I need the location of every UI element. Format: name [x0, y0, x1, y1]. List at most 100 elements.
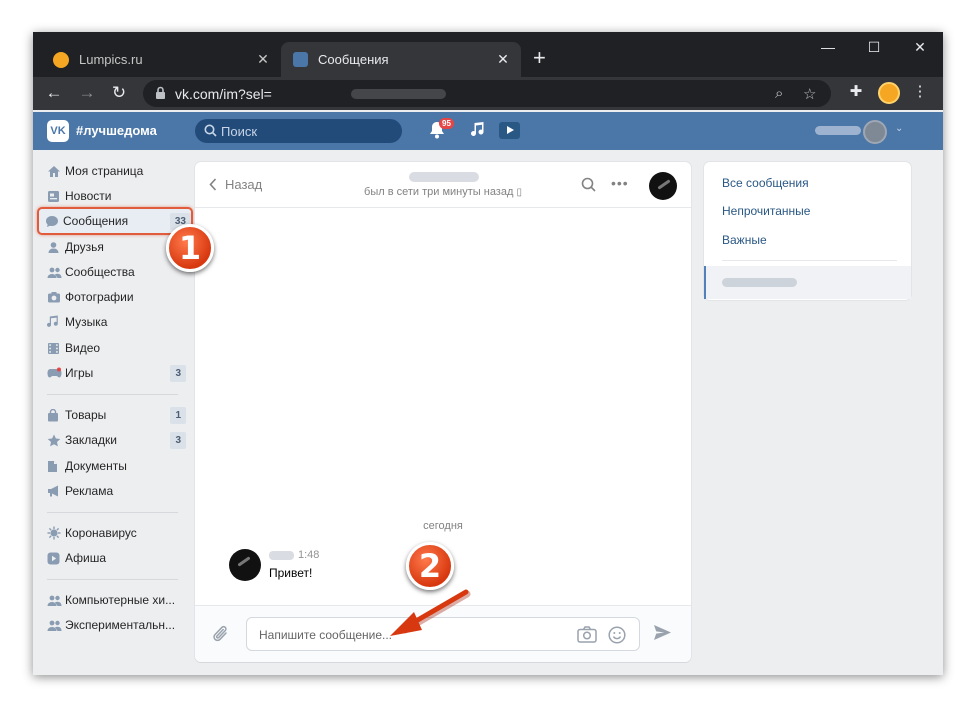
nav-label: Видео: [65, 341, 101, 355]
lock-icon: [156, 86, 165, 99]
notifications-badge: 95: [439, 118, 454, 129]
vk-logo-icon[interactable]: VK: [47, 120, 69, 142]
filter-all-messages[interactable]: Все сообщения: [722, 176, 809, 190]
gamepad-icon: [47, 367, 62, 378]
more-options-icon[interactable]: •••: [611, 175, 629, 191]
phone-icon: ▯: [516, 187, 522, 198]
nav-messages[interactable]: Сообщения 33: [37, 207, 193, 235]
filter-divider: [722, 260, 897, 261]
nav-label: Фотографии: [65, 290, 134, 304]
nav-divider: [47, 512, 178, 513]
play-icon: [47, 552, 60, 564]
chat-header: Назад был в сети три минуты назад ▯ •••: [195, 162, 691, 208]
message-time[interactable]: 1:48: [298, 549, 319, 561]
nav-market[interactable]: Товары 1: [41, 404, 186, 426]
hashtag-link[interactable]: #лучшедома: [76, 123, 157, 138]
nav-divider: [47, 579, 178, 580]
peer-avatar[interactable]: [649, 172, 677, 200]
close-tab-icon[interactable]: ✕: [493, 51, 513, 68]
user-avatar[interactable]: [863, 120, 887, 144]
messages-icon: [46, 215, 58, 227]
camera-icon[interactable]: [577, 626, 597, 643]
nav-label: Игры: [65, 366, 94, 380]
selected-conversation[interactable]: [704, 266, 911, 299]
group-icon: [47, 620, 62, 631]
nav-music[interactable]: Музыка: [41, 311, 186, 333]
nav-divider: [47, 394, 178, 395]
tab-title: Lumpics.ru: [79, 52, 143, 67]
extensions-puzzle-icon[interactable]: ✚: [845, 82, 867, 100]
shopping-bag-icon: [48, 408, 58, 421]
nav-friends[interactable]: Друзья: [41, 236, 186, 258]
back-arrow-icon[interactable]: ←: [43, 82, 65, 104]
search-placeholder: Поиск: [221, 124, 258, 139]
message-composer: Напишите сообщение...: [195, 605, 691, 662]
step-1-badge: 1: [166, 224, 214, 272]
nav-label: Коронавирус: [65, 526, 137, 540]
message-author-redacted[interactable]: [269, 551, 294, 560]
vk-header: VK #лучшедома Поиск 95 ⌄: [33, 112, 943, 150]
play-icon[interactable]: [499, 122, 520, 139]
video-icon: [48, 342, 59, 354]
nav-ads[interactable]: Реклама: [41, 480, 186, 502]
day-divider: сегодня: [423, 520, 463, 532]
minimize-button[interactable]: —: [805, 36, 851, 58]
nav-community-experimental[interactable]: Экспериментальн...: [41, 614, 186, 636]
vk-messages-favicon-icon: [293, 52, 308, 67]
message-input[interactable]: Напишите сообщение...: [246, 617, 640, 651]
nav-afisha[interactable]: Афиша: [41, 547, 186, 569]
nav-photos[interactable]: Фотографии: [41, 286, 186, 308]
nav-video[interactable]: Видео: [41, 337, 186, 359]
nav-coronavirus[interactable]: Коронавирус: [41, 522, 186, 544]
maximize-button[interactable]: ☐: [851, 36, 897, 58]
nav-community-computer[interactable]: Компьютерные хи...: [41, 589, 186, 611]
nav-news[interactable]: Новости: [41, 185, 186, 207]
filter-important[interactable]: Важные: [722, 233, 767, 247]
vk-search-input[interactable]: Поиск: [195, 119, 402, 143]
reload-icon[interactable]: ↻: [108, 82, 130, 104]
step-2-badge: 2: [406, 542, 454, 590]
url-text: vk.com/im?sel=: [175, 86, 272, 102]
nav-documents[interactable]: Документы: [41, 455, 186, 477]
peer-name-redacted[interactable]: [409, 172, 479, 182]
bookmark-star-icon[interactable]: ☆: [803, 85, 816, 103]
zoom-icon[interactable]: ⌕: [775, 85, 783, 102]
search-icon[interactable]: [581, 177, 596, 192]
user-name-redacted[interactable]: [815, 126, 861, 135]
news-icon: [48, 190, 59, 202]
virus-icon: [47, 526, 61, 540]
tab-messages[interactable]: Сообщения ✕: [281, 42, 521, 77]
forward-arrow-icon[interactable]: →: [76, 82, 98, 104]
tab-title: Сообщения: [318, 52, 389, 67]
smile-icon[interactable]: [608, 626, 626, 644]
address-bar[interactable]: vk.com/im?sel= ⌕ ☆: [143, 80, 831, 107]
nav-my-page[interactable]: Моя страница: [41, 160, 186, 182]
lumpics-favicon-icon: [53, 51, 69, 68]
chevron-down-icon[interactable]: ⌄: [895, 123, 903, 134]
profile-avatar-icon[interactable]: [878, 82, 900, 104]
nav-label: Новости: [65, 189, 112, 203]
close-tab-icon[interactable]: ✕: [253, 51, 273, 68]
tab-lumpics[interactable]: Lumpics.ru ✕: [41, 42, 281, 77]
nav-games[interactable]: Игры 3: [41, 362, 186, 384]
close-window-button[interactable]: ✕: [897, 36, 943, 58]
nav-groups[interactable]: Сообщества: [41, 261, 186, 283]
paperclip-icon[interactable]: [212, 624, 230, 644]
nav-bookmarks[interactable]: Закладки 3: [41, 429, 186, 451]
message-text: Привет!: [269, 566, 313, 580]
megaphone-icon: [48, 485, 58, 497]
groups-icon: [47, 267, 62, 278]
url-redacted: [351, 89, 446, 99]
filter-unread[interactable]: Непрочитанные: [722, 204, 810, 218]
message-author-avatar[interactable]: [229, 549, 261, 581]
nav-label: Музыка: [65, 315, 108, 329]
search-icon: [204, 124, 217, 137]
group-icon: [47, 595, 62, 606]
messages-filter-panel: Все сообщения Непрочитанные Важные: [704, 162, 911, 300]
new-tab-button[interactable]: +: [533, 46, 546, 70]
kebab-menu-icon[interactable]: ⋮: [909, 82, 931, 100]
music-icon[interactable]: [471, 121, 485, 139]
browser-window: Lumpics.ru ✕ Сообщения ✕ + — ☐ ✕ ← → ↻ v…: [33, 32, 943, 675]
send-icon[interactable]: [653, 624, 672, 641]
nav-label: Закладки: [65, 433, 117, 447]
